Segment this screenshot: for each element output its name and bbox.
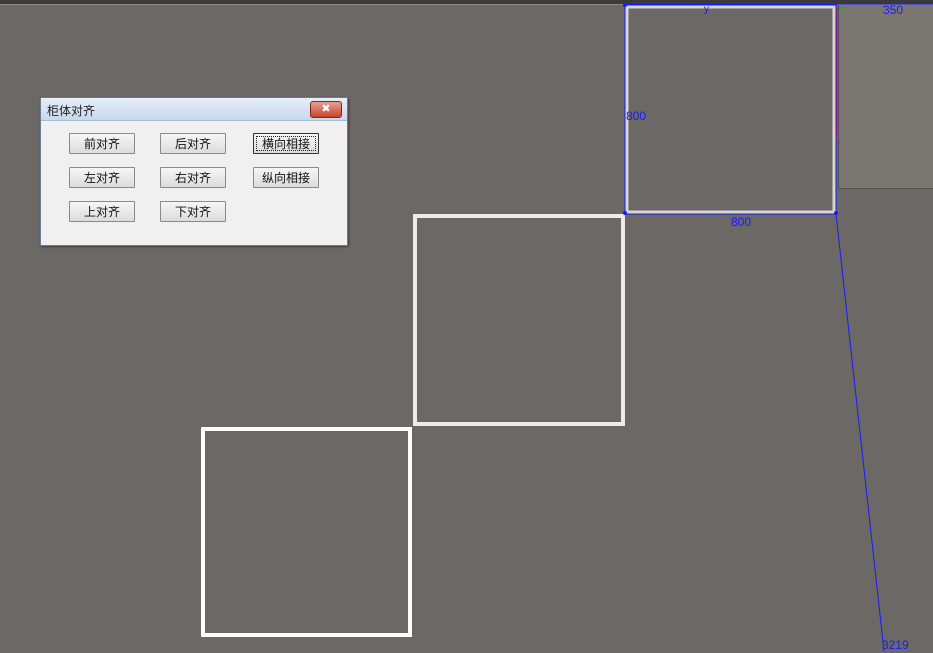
cabinet-outline-2[interactable] — [413, 214, 625, 426]
left-align-button[interactable]: 左对齐 — [69, 167, 135, 188]
top-align-button[interactable]: 上对齐 — [69, 201, 135, 222]
back-align-button[interactable]: 后对齐 — [160, 133, 226, 154]
axis-label-y: y — [704, 4, 709, 15]
dialog-titlebar[interactable]: 柜体对齐 ✖ — [41, 98, 347, 121]
axis-label-x: x — [836, 136, 841, 146]
close-icon: ✖ — [321, 102, 331, 115]
corner-marker-tl — [623, 3, 627, 7]
front-align-button[interactable]: 前对齐 — [69, 133, 135, 154]
bottom-align-button[interactable]: 下对齐 — [160, 201, 226, 222]
close-button[interactable]: ✖ — [310, 101, 342, 118]
dialog-title: 柜体对齐 — [47, 104, 96, 118]
selection-box — [624, 4, 837, 215]
dimension-label-top: 350 — [883, 3, 903, 17]
vertical-adjoin-button[interactable]: 纵向相接 — [253, 167, 319, 188]
dimension-label-width: 800 — [731, 215, 751, 229]
cabinet-outline-1-selected[interactable] — [625, 5, 836, 214]
diagonal-dimension-line — [835, 213, 885, 652]
cabinet-align-dialog: 柜体对齐 ✖ 前对齐 后对齐 横向相接 左对齐 右对齐 纵向相接 上对齐 下对齐 — [40, 97, 348, 246]
horizontal-adjoin-button[interactable]: 横向相接 — [253, 133, 319, 154]
corner-marker-bl — [623, 211, 627, 215]
right-align-button[interactable]: 右对齐 — [160, 167, 226, 188]
corner-marker-br — [834, 211, 838, 215]
dimension-label-bottom: 3219 — [882, 638, 909, 652]
3d-viewport[interactable]: 350 800 800 3219 y x 柜体对齐 ✖ 前对齐 后对齐 横向相接… — [0, 0, 933, 653]
cabinet-outline-3[interactable] — [201, 427, 412, 637]
origin-marker — [839, 7, 842, 10]
dimension-label-height: 800 — [626, 109, 646, 123]
